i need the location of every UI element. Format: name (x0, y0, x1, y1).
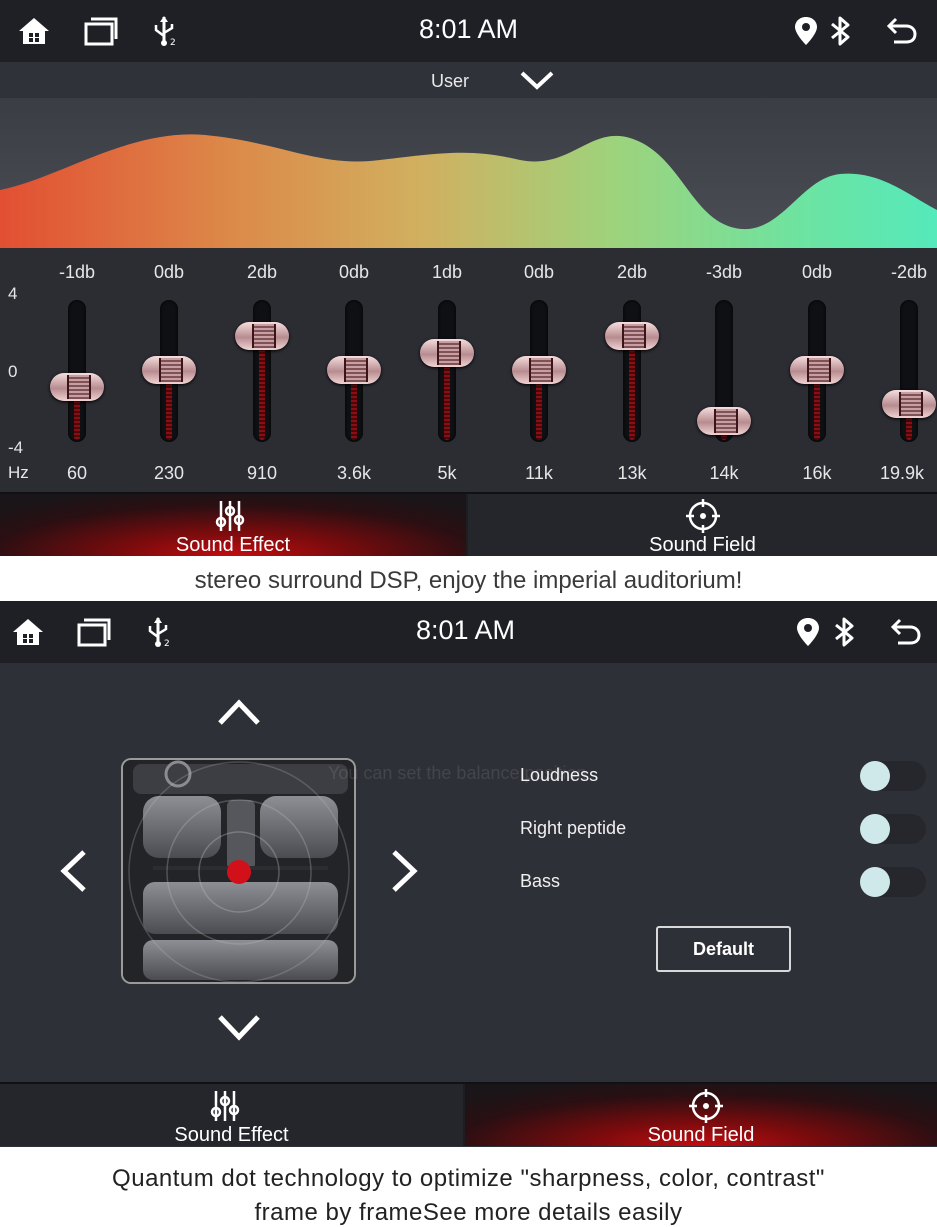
axis-unit-label: Hz (8, 463, 29, 482)
preset-label: User (430, 71, 469, 91)
arrow-right-icon[interactable] (388, 848, 422, 894)
crosshair-icon (686, 499, 720, 533)
band-frequency-label: 230 (153, 463, 185, 483)
option-label: Loudness (520, 765, 599, 785)
caption-quantum-dot: Quantum dot technology to optimize "shar… (0, 1147, 937, 1227)
caption-dsp: stereo surround DSP, enjoy the imperial … (0, 556, 937, 601)
band-db-label: 0db (338, 262, 370, 282)
band-frequency-label: 910 (246, 463, 278, 483)
arrow-left-icon[interactable] (56, 848, 90, 894)
band-slider-fill (629, 338, 635, 440)
band-frequency-label: 16k (802, 463, 832, 483)
equalizer: 4 0 -4 Hz -1db 60 0db 230 2db 910 0db 3.6k 1db 5k… (0, 248, 937, 492)
bluetooth-icon (822, 14, 858, 48)
eq-curve (0, 98, 937, 248)
band-slider-track[interactable] (438, 300, 456, 442)
sliders-icon (210, 1091, 240, 1121)
band-frequency-label: 14k (709, 463, 739, 483)
back-icon[interactable] (888, 615, 924, 649)
bottom-tabs: Sound Effect Sound Field (0, 492, 937, 556)
tab-sound-effect[interactable]: Sound Effect (0, 1084, 463, 1146)
status-bar: 2 8:01 AM (0, 0, 937, 62)
band-slider-track[interactable] (68, 300, 86, 442)
option-toggle[interactable] (860, 814, 926, 844)
band-db-label: -1db (58, 262, 96, 282)
band-db-label: 2db (246, 262, 278, 282)
sliders-icon (215, 501, 245, 531)
band-frequency-label: 3.6k (336, 463, 372, 483)
band-slider-fill (259, 338, 265, 440)
band-slider-knob[interactable] (697, 407, 751, 435)
band-db-label: 0db (801, 262, 833, 282)
band-db-label: -3db (705, 262, 743, 282)
tab-sound-field-label: Sound Field (649, 534, 756, 556)
band-db-label: 0db (523, 262, 555, 282)
location-icon (788, 14, 824, 48)
caption-line-1: Quantum dot technology to optimize "shar… (112, 1165, 825, 1192)
tab-sound-effect-label: Sound Effect (175, 534, 291, 556)
band-frequency-label: 5k (437, 463, 457, 483)
default-button[interactable]: Default (656, 926, 791, 972)
band-slider-knob[interactable] (50, 373, 104, 401)
option-label: Right peptide (520, 818, 627, 838)
toggle-knob (860, 867, 890, 897)
band-frequency-label: 13k (617, 463, 647, 483)
band-slider-knob[interactable] (882, 390, 936, 418)
band-slider-knob[interactable] (142, 356, 196, 384)
status-bar: 2 8:01 AM (0, 601, 937, 663)
car-interior-image (123, 760, 354, 982)
option-toggle[interactable] (860, 867, 926, 897)
band-db-label: 1db (431, 262, 463, 282)
tab-sound-field[interactable]: Sound Field (468, 494, 937, 556)
caption-line-2: frame by frameSee more details easily (254, 1199, 683, 1226)
equalizer-screen: 2 8:01 AM User 4 0 -4 Hz -1db 60 0db 230… (0, 0, 937, 556)
band-slider-knob[interactable] (512, 356, 566, 384)
band-frequency-label: 19.9k (879, 463, 925, 483)
band-frequency-label: 11k (525, 463, 553, 483)
band-slider-track[interactable] (900, 300, 918, 442)
toggle-knob (860, 761, 890, 791)
tab-sound-field-label: Sound Field (647, 1124, 755, 1146)
band-slider-fill (444, 355, 450, 440)
location-icon (790, 615, 826, 649)
axis-bottom-label: -4 (8, 438, 24, 457)
band-db-label: -2db (890, 262, 928, 282)
band-db-label: 0db (153, 262, 185, 282)
band-slider-knob[interactable] (420, 339, 474, 367)
tab-sound-effect[interactable]: Sound Effect (0, 494, 466, 556)
band-slider-knob[interactable] (605, 322, 659, 350)
bluetooth-icon (826, 615, 862, 649)
option-label: Bass (520, 871, 561, 891)
arrow-down-icon[interactable] (216, 1013, 262, 1043)
band-slider-knob[interactable] (327, 356, 381, 384)
chevron-down-icon[interactable] (519, 68, 555, 92)
toggle-knob (860, 814, 890, 844)
band-slider-knob[interactable] (790, 356, 844, 384)
tab-sound-effect-label: Sound Effect (174, 1124, 289, 1146)
band-slider-knob[interactable] (235, 322, 289, 350)
band-db-label: 2db (616, 262, 648, 282)
option-toggle[interactable] (860, 761, 926, 791)
band-frequency-label: 60 (66, 463, 88, 483)
bottom-tabs: Sound Effect Sound Field (0, 1082, 937, 1146)
back-icon[interactable] (884, 14, 920, 48)
sound-field-screen: 2 8:01 AM You can set the balance positi… (0, 601, 937, 1147)
arrow-up-icon[interactable] (216, 697, 262, 727)
car-balance-pad[interactable] (121, 758, 356, 984)
tab-sound-field[interactable]: Sound Field (465, 1084, 937, 1146)
axis-mid-label: 0 (8, 362, 18, 381)
crosshair-icon (689, 1089, 723, 1123)
axis-top-label: 4 (8, 284, 18, 303)
preset-selector[interactable]: User (0, 62, 937, 98)
